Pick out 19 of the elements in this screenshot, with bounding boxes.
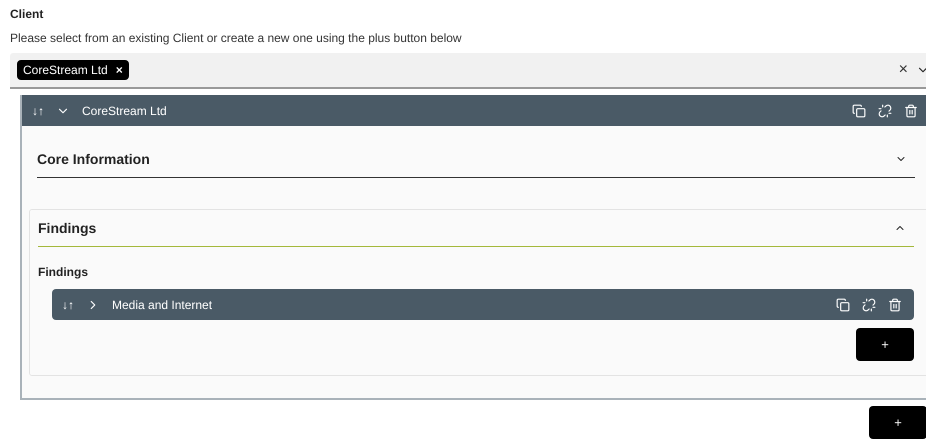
sort-handle[interactable]: ↓↑ <box>32 104 44 118</box>
section-title: Core Information <box>37 151 150 167</box>
client-select[interactable]: CoreStream Ltd × × <box>10 53 926 89</box>
clear-button[interactable]: × <box>898 61 908 79</box>
sort-handle[interactable]: ↓↑ <box>62 298 74 312</box>
section-title: Findings <box>38 220 96 236</box>
item-title: Media and Internet <box>112 298 212 312</box>
chip-remove[interactable]: × <box>116 63 123 77</box>
field-label: Client <box>10 7 44 21</box>
list-label: Findings <box>38 265 89 279</box>
item-header[interactable]: ↓↑ Media and Internet <box>52 289 914 320</box>
add-button[interactable]: + <box>856 328 914 361</box>
add-button[interactable]: + <box>869 406 926 439</box>
section-header[interactable]: Core Information <box>37 141 915 178</box>
field-hint: Please select from an existing Client or create a new one using the plus button below <box>10 31 463 45</box>
item-title: CoreStream Ltd <box>82 104 167 118</box>
item-header[interactable]: ↓↑ CoreStream Ltd <box>22 95 926 126</box>
section-header[interactable]: Findings <box>38 210 914 247</box>
chip-label: CoreStream Ltd <box>23 63 108 77</box>
